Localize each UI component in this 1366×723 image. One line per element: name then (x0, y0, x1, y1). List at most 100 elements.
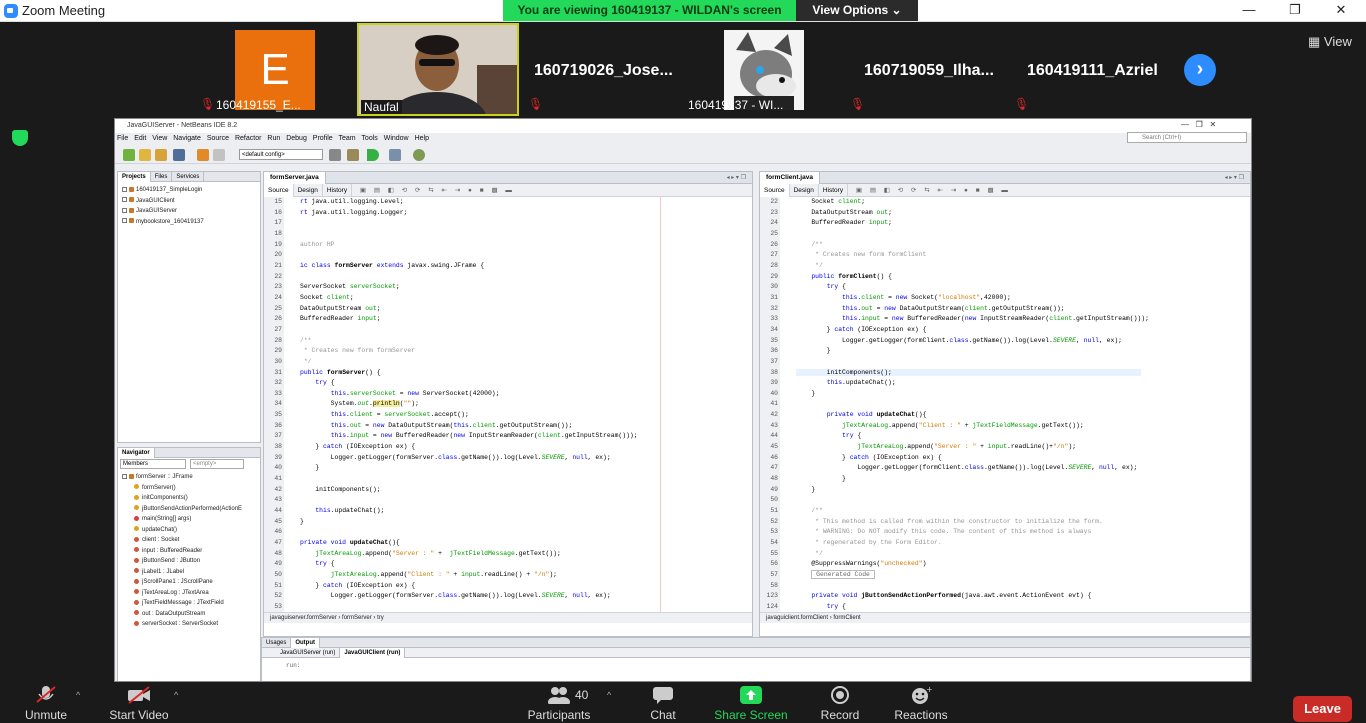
mode-design[interactable]: Design (294, 184, 323, 197)
tab-formclient[interactable]: formClient.java (760, 172, 820, 184)
navigator-item[interactable]: jTextFieldMessage : JTextField (122, 598, 260, 609)
editor-tab-controls[interactable]: ◂ ▸ ▾ ❐ (1225, 172, 1244, 184)
tab-services[interactable]: Services (172, 172, 205, 182)
code-area-client[interactable]: 22 23 24 25 26 27 28 29 30 31 32 33 34 3… (760, 197, 1250, 612)
members-select[interactable]: Members (120, 459, 186, 469)
share-screen-icon (739, 686, 763, 704)
project-item[interactable]: JavaGUIClient (122, 196, 260, 207)
video-options-chevron-icon[interactable]: ^ (174, 690, 178, 700)
screen-share-banner: You are viewing 160419137 - WILDAN's scr… (503, 0, 796, 21)
breadcrumb-item[interactable]: formServer (342, 615, 372, 621)
breadcrumb-item[interactable]: formClient (833, 615, 860, 621)
menu-navigate[interactable]: Navigate (173, 135, 201, 142)
navigator-filter-select[interactable]: <empty> (190, 459, 244, 469)
project-item[interactable]: JavaGUIServer (122, 206, 260, 217)
tab-files[interactable]: Files (151, 172, 173, 182)
netbeans-window-controls[interactable]: — ❐ ✕ (1181, 120, 1216, 129)
navigator-item[interactable]: jTextAreaLog : JTextArea (122, 588, 260, 599)
run-icon[interactable] (367, 149, 379, 161)
mode-design[interactable]: Design (790, 184, 819, 197)
chat-button[interactable]: Chat (640, 686, 686, 722)
audio-options-chevron-icon[interactable]: ^ (76, 690, 80, 700)
close-button[interactable]: ✕ (1318, 0, 1364, 22)
reactions-button[interactable]: + Reactions (890, 685, 952, 722)
navigator-item[interactable]: formServer() (122, 483, 260, 494)
navigator-item[interactable]: out : DataOutputStream (122, 609, 260, 620)
field-icon (134, 610, 139, 616)
clean-build-icon[interactable] (347, 149, 359, 161)
editor-toolbar-icons[interactable]: ▣ ▤ ◧ ⟲ ⟳ ⇆ ⇤ ⇥ ● ■ ▩ ▬ (354, 187, 515, 194)
minimize-button[interactable]: — (1226, 0, 1272, 22)
menu-debug[interactable]: Debug (286, 135, 307, 142)
code-area-server[interactable]: 15 16 17 18 19 20 21 22 23 24 25 26 27 2… (264, 197, 752, 612)
tab-projects[interactable]: Projects (118, 172, 151, 182)
navigator-item[interactable]: client : Socket (122, 535, 260, 546)
navigator-item[interactable]: input : BufferedReader (122, 546, 260, 557)
tab-usages[interactable]: Usages (262, 638, 292, 648)
mode-source[interactable]: Source (264, 184, 294, 197)
navigator-item[interactable]: main(String[] args) (122, 514, 260, 525)
navigator-item[interactable]: serverSocket : ServerSocket (122, 619, 260, 630)
menu-team[interactable]: Team (338, 135, 355, 142)
undo-icon[interactable] (197, 149, 209, 161)
view-options-button[interactable]: View Options ⌄ (796, 0, 918, 21)
menu-tools[interactable]: Tools (361, 135, 377, 142)
maximize-button[interactable]: ❐ (1272, 0, 1318, 22)
new-file-icon[interactable] (123, 149, 135, 161)
breadcrumb-item[interactable]: javaguiclient.formClient (766, 615, 828, 621)
menu-view[interactable]: View (152, 135, 167, 142)
tab-server-run[interactable]: JavaGUIServer (run) (276, 648, 341, 658)
next-page-button[interactable]: › (1184, 54, 1216, 86)
navigator-item[interactable]: jScrollPane1 : JScrollPane (122, 577, 260, 588)
build-icon[interactable] (329, 149, 341, 161)
navigator-item[interactable]: jLabel1 : JLabel (122, 567, 260, 578)
breadcrumb-item[interactable]: try (377, 615, 384, 621)
menu-edit[interactable]: Edit (134, 135, 146, 142)
profile-icon[interactable] (413, 149, 425, 161)
navigator-root[interactable]: formServer :: JFrame (122, 472, 260, 483)
debug-icon[interactable] (389, 149, 401, 161)
navigator-item[interactable]: updateChat() (122, 525, 260, 536)
tab-client-run[interactable]: JavaGUIClient (run) (340, 648, 406, 658)
menu-help[interactable]: Help (415, 135, 429, 142)
new-project-icon[interactable] (139, 149, 151, 161)
tab-formserver[interactable]: formServer.java (264, 172, 326, 184)
menu-file[interactable]: File (117, 135, 128, 142)
java-project-icon (129, 197, 134, 203)
config-select[interactable]: <default config> (239, 149, 323, 160)
open-project-icon[interactable] (155, 149, 167, 161)
project-item[interactable]: 160419137_SimpleLogin (122, 185, 260, 196)
start-video-button[interactable]: Start Video (104, 686, 174, 722)
participant-name: 160719059_Ilha... (864, 62, 994, 79)
java-project-icon (129, 218, 134, 224)
project-item[interactable]: mybookstore_160419137 (122, 217, 260, 228)
menu-refactor[interactable]: Refactor (235, 135, 261, 142)
share-screen-label: Share Screen (714, 708, 788, 722)
breadcrumb-item[interactable]: javaguiserver.formServer (270, 615, 337, 621)
menu-window[interactable]: Window (384, 135, 409, 142)
participant-video[interactable]: Naufal (357, 23, 519, 116)
navigator-item[interactable]: initComponents() (122, 493, 260, 504)
participants-chevron-icon[interactable]: ^ (607, 690, 611, 700)
navigator-item[interactable]: jButtonSend : JButton (122, 556, 260, 567)
unmute-button[interactable]: Unmute (18, 686, 74, 722)
tab-output[interactable]: Output (291, 638, 321, 648)
menu-profile[interactable]: Profile (313, 135, 333, 142)
menu-source[interactable]: Source (207, 135, 229, 142)
mode-history[interactable]: History (819, 184, 849, 197)
editor-toolbar-icons[interactable]: ▣ ▤ ◧ ⟲ ⟳ ⇆ ⇤ ⇥ ● ■ ▩ ▬ (850, 187, 1011, 194)
unmute-label: Unmute (24, 708, 68, 722)
mode-history[interactable]: History (323, 184, 353, 197)
ide-search-input[interactable]: Search (Ctrl+I) (1127, 132, 1247, 143)
menu-run[interactable]: Run (267, 135, 280, 142)
navigator-item[interactable]: jButtonSendActionPerformed(ActionE (122, 504, 260, 515)
share-screen-button[interactable]: Share Screen (714, 686, 788, 722)
leave-button[interactable]: Leave (1293, 696, 1352, 722)
record-button[interactable]: Record (816, 686, 864, 722)
view-button[interactable]: ▦ View (1308, 34, 1352, 50)
security-shield-icon[interactable] (12, 130, 28, 146)
mode-source[interactable]: Source (760, 184, 790, 197)
save-all-icon[interactable] (173, 149, 185, 161)
editor-tab-controls[interactable]: ◂ ▸ ▾ ❐ (727, 172, 746, 184)
redo-icon[interactable] (213, 149, 225, 161)
